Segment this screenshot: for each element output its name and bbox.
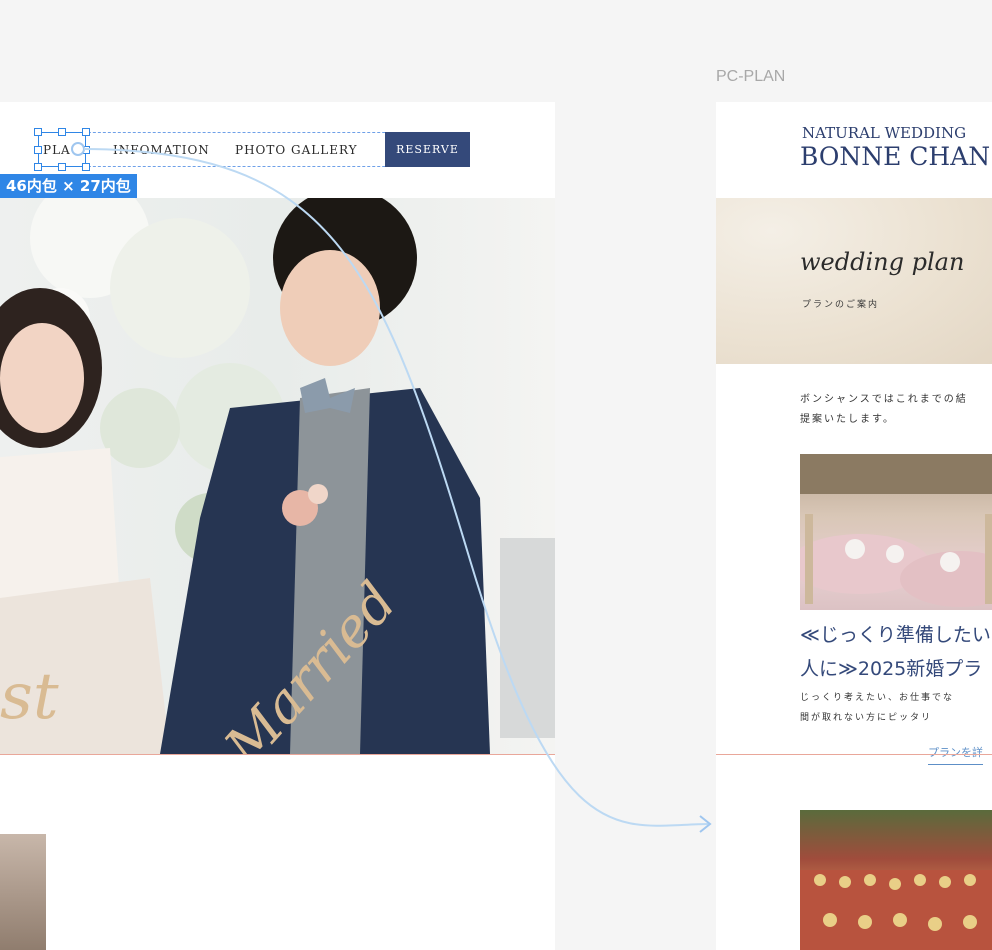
logo-title[interactable]: BONNE CHAN [800, 142, 990, 171]
plan-desc-line-2: 間が取れない方にピッタリ [800, 713, 933, 723]
resize-handle-ml[interactable] [34, 146, 42, 154]
logo-subtitle: NATURAL WEDDING [802, 124, 967, 142]
selection-box[interactable] [34, 128, 90, 171]
banner-script-title: wedding plan [800, 248, 965, 276]
resize-handle-mr[interactable] [82, 146, 90, 154]
plan-desc-line-1: じっくり考えたい、お仕事でな [800, 693, 955, 703]
global-nav: PLA INFOMATION PHOTO GALLERY RESERVE [38, 132, 470, 167]
plan-photo [800, 454, 992, 610]
plan-photo-2 [800, 810, 992, 950]
resize-handle-bl[interactable] [34, 163, 42, 171]
resize-handle-tr[interactable] [82, 128, 90, 136]
sign-word-left: st [0, 660, 59, 734]
plan-description: じっくり考えたい、お仕事でな 間が取れない方にピッタリ [800, 688, 954, 728]
banner-subtitle: プランのご案内 [802, 300, 880, 310]
hero-photo: st Married [0, 198, 555, 754]
right-artboard: NATURAL WEDDING BONNE CHAN wedding plan … [716, 102, 992, 950]
hero-illustration: st Married [0, 198, 555, 754]
plan-photo-2-illustration [800, 870, 992, 950]
plan-title[interactable]: ≪じっくり準備したい 人に≫2025新婚プラ [800, 618, 992, 686]
plan-title-line-1: ≪じっくり準備したい [800, 624, 991, 646]
resize-handle-bm[interactable] [58, 163, 66, 171]
section-divider [716, 754, 992, 755]
resize-handle-tl[interactable] [34, 128, 42, 136]
intro-text: ボンシャンスではこれまでの結 提案いたします。 [800, 390, 992, 430]
plan-photo-illustration [800, 454, 992, 607]
intro-line-2: 提案いたします。 [800, 414, 895, 425]
thumbnail-photo [0, 834, 46, 950]
resize-handle-tm[interactable] [58, 128, 66, 136]
left-artboard: PLA INFOMATION PHOTO GALLERY RESERVE 46内… [0, 102, 555, 950]
frame-label[interactable]: PC-PLAN [716, 68, 785, 86]
nav-information-link[interactable]: INFOMATION [113, 143, 210, 157]
reserve-button[interactable]: RESERVE [385, 132, 470, 167]
nav-photo-gallery-link[interactable]: PHOTO GALLERY [235, 143, 358, 157]
plan-title-line-2: 人に≫2025新婚プラ [800, 658, 983, 680]
plan-banner [716, 198, 992, 364]
section-divider [0, 754, 555, 755]
intro-line-1: ボンシャンスではこれまでの結 [800, 394, 968, 405]
resize-handle-br[interactable] [82, 163, 90, 171]
size-indicator: 46内包 × 27内包 [0, 174, 137, 199]
